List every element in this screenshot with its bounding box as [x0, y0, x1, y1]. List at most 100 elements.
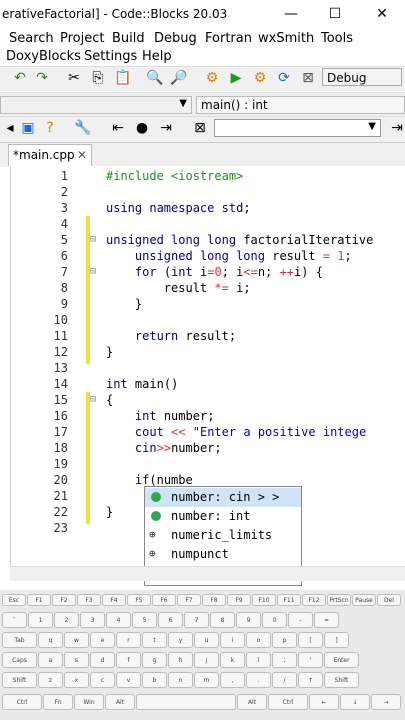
clear-icon[interactable]: ⊠: [192, 120, 208, 136]
autocomplete-item[interactable]: number: cin > >: [145, 488, 301, 507]
key-alt[interactable]: Alt: [105, 694, 135, 710]
abort-icon[interactable]: ⊠: [300, 70, 316, 86]
key-f2[interactable]: F2: [52, 594, 76, 606]
key-f12[interactable]: F12: [302, 594, 326, 606]
key-4[interactable]: 4: [106, 612, 131, 628]
key-f6[interactable]: F6: [152, 594, 176, 606]
cut-icon[interactable]: ✂: [66, 70, 82, 86]
menu-fortran[interactable]: Fortran: [205, 31, 252, 46]
menu-settings[interactable]: Settings: [84, 49, 137, 64]
key-f8[interactable]: F8: [202, 594, 226, 606]
key-b[interactable]: b: [142, 672, 167, 688]
key-x[interactable]: →: [371, 694, 401, 710]
key-ctrl[interactable]: Ctrl: [268, 694, 308, 710]
undo-icon[interactable]: ↶: [12, 70, 28, 86]
key-v[interactable]: v: [116, 672, 141, 688]
key-o[interactable]: o: [246, 632, 271, 648]
key-f7[interactable]: F7: [177, 594, 201, 606]
key-g[interactable]: g: [142, 652, 167, 668]
key-f5[interactable]: F5: [127, 594, 151, 606]
key-space[interactable]: [136, 694, 236, 710]
code-line[interactable]: if(numbe: [106, 473, 193, 487]
key-u[interactable]: u: [194, 632, 219, 648]
tab-main-cpp[interactable]: *main.cpp ✕: [8, 144, 92, 166]
key-i[interactable]: i: [220, 632, 245, 648]
close-button[interactable]: ✕: [367, 2, 397, 26]
key-ctrl[interactable]: Ctrl: [2, 694, 42, 710]
autocomplete-item[interactable]: ⊕ numeric_limits: [145, 526, 301, 545]
key-k[interactable]: k: [220, 652, 245, 668]
code-line[interactable]: }: [106, 297, 142, 311]
key-9[interactable]: 9: [236, 612, 261, 628]
key-2[interactable]: 2: [54, 612, 79, 628]
menu-doxyblocks[interactable]: DoxyBlocks: [6, 49, 81, 64]
menu-debug[interactable]: Debug: [154, 31, 197, 46]
key-5[interactable]: 5: [132, 612, 157, 628]
key-f3[interactable]: F3: [77, 594, 101, 606]
menu-project[interactable]: Project: [60, 31, 104, 46]
build-and-run-icon[interactable]: ⚙: [252, 70, 268, 86]
maximize-button[interactable]: ☐: [320, 2, 350, 26]
key-p[interactable]: p: [272, 632, 297, 648]
jump-forward-icon[interactable]: ⇥: [158, 120, 174, 136]
code-line[interactable]: int main(): [106, 377, 178, 391]
key-c[interactable]: c: [90, 672, 115, 688]
fold-minus-icon[interactable]: ⊟: [90, 234, 96, 245]
key-x[interactable]: ,: [220, 672, 245, 688]
horizontal-scrollbar[interactable]: [10, 566, 405, 581]
key-s[interactable]: s: [64, 652, 89, 668]
key-caps[interactable]: Caps: [2, 652, 37, 668]
key-3[interactable]: 3: [80, 612, 105, 628]
key-1[interactable]: 1: [28, 612, 53, 628]
key-x[interactable]: ↓: [340, 694, 370, 710]
autocomplete-item[interactable]: number: int: [145, 507, 301, 526]
key-h[interactable]: h: [168, 652, 193, 668]
key-f11[interactable]: F11: [277, 594, 301, 606]
rebuild-icon[interactable]: ⟳: [276, 70, 292, 86]
key-alt[interactable]: Alt: [237, 694, 267, 710]
key-x[interactable]: ↑: [298, 672, 323, 688]
code-line[interactable]: }: [106, 345, 113, 359]
code-line[interactable]: #include <iostream>: [106, 169, 243, 183]
key-x[interactable]: =: [314, 612, 339, 628]
key-x[interactable]: -: [288, 612, 313, 628]
scope-dropdown[interactable]: ▼: [0, 96, 192, 114]
key-shift[interactable]: Shift: [324, 672, 359, 688]
key-7[interactable]: 7: [184, 612, 209, 628]
minimize-button[interactable]: —: [276, 2, 306, 26]
key-0[interactable]: 0: [262, 612, 287, 628]
paste-icon[interactable]: 📋: [114, 70, 131, 86]
key-a[interactable]: a: [38, 652, 63, 668]
key-x[interactable]: [: [298, 632, 323, 648]
key-r[interactable]: r: [116, 632, 141, 648]
key-y[interactable]: y: [168, 632, 193, 648]
key-x[interactable]: ;: [272, 652, 297, 668]
key-fn[interactable]: Fn: [43, 694, 73, 710]
autocomplete-item[interactable]: ⊕ numpunct: [145, 545, 301, 564]
code-line[interactable]: result *= i;: [106, 281, 251, 295]
key-q[interactable]: q: [38, 632, 63, 648]
menu-help[interactable]: Help: [142, 49, 172, 64]
key-pause[interactable]: Pause: [352, 594, 376, 606]
key-del[interactable]: Del: [377, 594, 401, 606]
code-line[interactable]: int number;: [106, 409, 215, 423]
fold-minus-icon[interactable]: ⊟: [90, 266, 96, 277]
key-m[interactable]: m: [194, 672, 219, 688]
key-tab[interactable]: Tab: [2, 632, 37, 648]
menu-search[interactable]: Search: [9, 31, 54, 46]
key-x[interactable]: x: [64, 672, 89, 688]
key-x[interactable]: .: [246, 672, 271, 688]
search-input[interactable]: ▼: [214, 119, 381, 137]
build-target-select[interactable]: Debug: [322, 68, 402, 86]
code-line[interactable]: unsigned long long result = 1;: [106, 249, 352, 263]
build-gear-icon[interactable]: ⚙: [204, 70, 220, 86]
menu-wxsmith[interactable]: wxSmith: [258, 31, 314, 46]
key-enter[interactable]: Enter: [324, 652, 359, 668]
run-icon[interactable]: ▶: [228, 70, 244, 86]
find-icon[interactable]: 🔍: [146, 70, 163, 86]
jump-back-icon[interactable]: ⇤: [110, 120, 126, 136]
menu-build[interactable]: Build: [112, 31, 145, 46]
key-e[interactable]: e: [90, 632, 115, 648]
key-x[interactable]: ←: [309, 694, 339, 710]
code-line[interactable]: cout << "Enter a positive intege: [106, 425, 366, 439]
